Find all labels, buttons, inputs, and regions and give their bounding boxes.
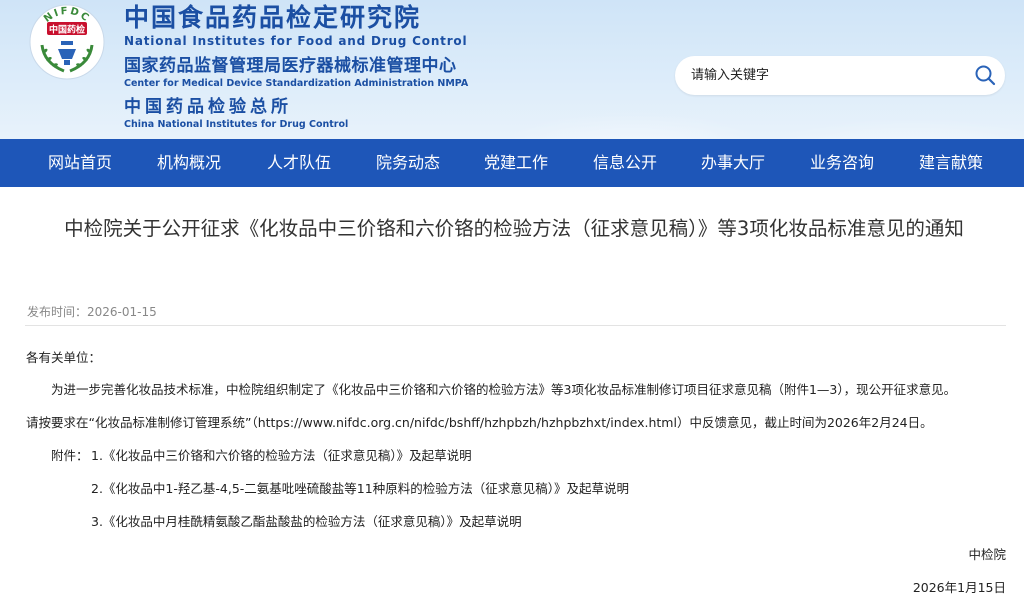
org-name-block: 中国食品药品检定研究院 National Institutes for Food…: [124, 2, 468, 130]
org-name-zh-primary: 中国食品药品检定研究院: [124, 3, 422, 32]
article-title: 中检院关于公开征求《化妆品中三价铬和六价铬的检验方法（征求意见稿）》等3项化妆品…: [64, 217, 964, 240]
org-name-en-secondary: Center for Medical Device Standardizatio…: [124, 78, 469, 89]
search-input[interactable]: [691, 64, 961, 87]
main-nav: 网站首页 机构概况 人才队伍 院务动态 党建工作 信息公开 办事大厅 业务咨询 …: [0, 139, 1024, 187]
org-name-zh-secondary: 国家药品监督管理局医疗器械标准管理中心: [124, 56, 457, 76]
logo-badge-text: 中国药检: [49, 24, 85, 36]
nifdc-logo[interactable]: NIFDC 中国药检: [28, 3, 106, 81]
attachment-link-1[interactable]: 1.《化妆品中三价铬和六价铬的检验方法（征求意见稿）》及起草说明: [91, 445, 472, 464]
publish-date: 发布时间：2026-01-15: [27, 303, 157, 320]
paragraph-intro: 为进一步完善化妆品技术标准，中检院组织制定了《化妆品中三价铬和六价铬的检验方法》…: [51, 382, 957, 397]
nav-item-services[interactable]: 办事大厅: [701, 139, 765, 187]
search-box: [675, 56, 1005, 95]
nav-item-consulting[interactable]: 业务咨询: [810, 139, 874, 187]
nav-item-news[interactable]: 院务动态: [376, 139, 440, 187]
attachments-label: 附件：: [51, 448, 89, 463]
paragraph-instructions: 请按要求在“化妆品标准制修订管理系统”（https://www.nifdc.or…: [26, 415, 933, 430]
publish-date-label: 发布时间：: [27, 305, 88, 319]
attachment-link-3[interactable]: 3.《化妆品中月桂酰精氨酸乙酯盐酸盐的检验方法（征求意见稿）》及起草说明: [91, 511, 522, 530]
nav-item-home[interactable]: 网站首页: [48, 139, 112, 187]
nav-item-suggestions[interactable]: 建言献策: [919, 139, 983, 187]
org-name-en-tertiary: China National Institutes for Drug Contr…: [124, 119, 349, 130]
article-container: 中检院关于公开征求《化妆品中三价铬和六价铬的检验方法（征求意见稿）》等3项化妆品…: [0, 187, 1024, 603]
nav-item-party[interactable]: 党建工作: [484, 139, 548, 187]
org-name-zh-tertiary: 中国药品检验总所: [124, 97, 292, 117]
site-header: NIFDC 中国药检 中国食品药品检定研究院 National Institut…: [0, 0, 1024, 139]
nav-item-talent[interactable]: 人才队伍: [267, 139, 331, 187]
search-icon[interactable]: [974, 64, 996, 86]
signature: 中检院: [968, 547, 1006, 562]
attachment-link-2[interactable]: 2.《化妆品中1-羟乙基-4,5-二氨基吡唑硫酸盐等11种原料的检验方法（征求意…: [91, 478, 629, 497]
org-name-en-primary: National Institutes for Food and Drug Co…: [124, 34, 468, 48]
signature-date: 2026年1月15日: [912, 580, 1006, 595]
nav-item-disclosure[interactable]: 信息公开: [593, 139, 657, 187]
nav-item-about[interactable]: 机构概况: [157, 139, 221, 187]
divider: [25, 325, 1006, 326]
publish-date-value: 2026-01-15: [87, 305, 157, 319]
salutation: 各有关单位：: [26, 350, 102, 365]
